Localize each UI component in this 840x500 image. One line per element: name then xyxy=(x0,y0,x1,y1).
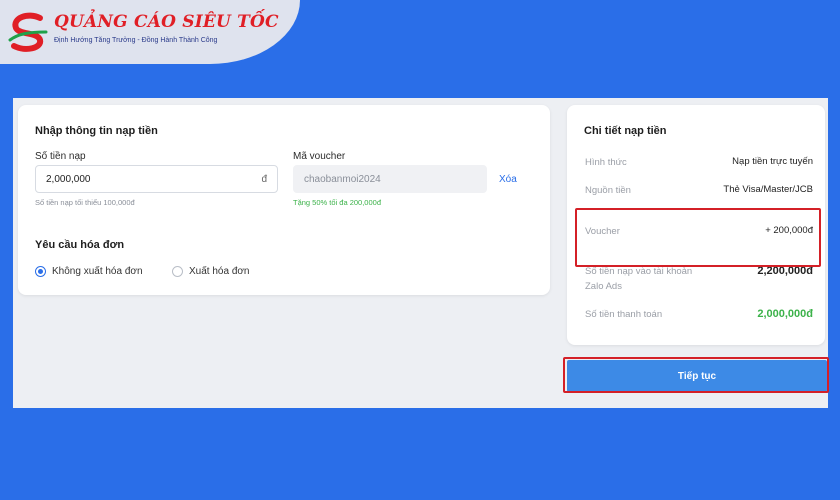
invoice-title: Yêu cầu hóa đơn xyxy=(35,239,125,251)
voucher-row-label: Voucher xyxy=(585,226,620,237)
amount-value: 2,000,000 xyxy=(46,174,91,185)
brand-title-part1: QUẢNG CÁO xyxy=(54,12,183,32)
payment-screen: Nhập thông tin nạp tiền Số tiền nạp 2,00… xyxy=(13,98,829,408)
brand-title-part2: SIÊU TỐC xyxy=(182,12,279,32)
voucher-hint: Tặng 50% tối đa 200,000đ xyxy=(293,198,381,207)
remove-voucher-link[interactable]: Xóa xyxy=(499,174,517,185)
method-label: Hình thức xyxy=(585,157,627,168)
brand-banner: QUẢNG CÁO SIÊU TỐC Định Hướng Tăng Trưởn… xyxy=(0,0,300,64)
radio-no-invoice[interactable]: Không xuất hóa đơn xyxy=(35,266,143,277)
voucher-label: Mã voucher xyxy=(293,151,346,162)
voucher-row-value: + 200,000đ xyxy=(765,225,813,236)
amount-label: Số tiền nạp xyxy=(35,151,86,162)
voucher-value: chaobanmoi2024 xyxy=(304,174,381,185)
radio-no-invoice-label: Không xuất hóa đơn xyxy=(52,266,143,277)
source-label: Nguồn tiền xyxy=(585,185,631,196)
payment-value: 2,000,000đ xyxy=(757,308,813,320)
brand-tagline: Định Hướng Tăng Trưởng - Đồng Hành Thành… xyxy=(54,37,218,44)
method-value: Nạp tiền trực tuyến xyxy=(732,156,813,167)
deposit-value: 2,200,000đ xyxy=(757,265,813,277)
radio-checked-icon xyxy=(35,266,46,277)
amount-hint: Số tiền nạp tối thiểu 100,000đ xyxy=(35,198,135,207)
details-title: Chi tiết nạp tiền xyxy=(584,125,667,137)
logo-icon xyxy=(8,12,48,52)
currency-suffix: đ xyxy=(261,174,267,185)
form-title: Nhập thông tin nạp tiền xyxy=(35,125,158,137)
deposit-label: Số tiền nạp vào tài khoản Zalo Ads xyxy=(585,266,693,292)
topup-details-card: Chi tiết nạp tiền Hình thức Nạp tiền trự… xyxy=(567,105,825,345)
radio-invoice-label: Xuất hóa đơn xyxy=(189,266,250,277)
radio-unchecked-icon xyxy=(172,266,183,277)
payment-label: Số tiền thanh toán xyxy=(585,309,663,320)
radio-invoice[interactable]: Xuất hóa đơn xyxy=(172,266,250,277)
brand-title: QUẢNG CÁO SIÊU TỐC xyxy=(54,12,279,32)
source-value: Thẻ Visa/Master/JCB xyxy=(723,184,813,195)
amount-input[interactable]: 2,000,000 đ xyxy=(35,165,278,193)
continue-button[interactable]: Tiếp tục xyxy=(567,360,827,392)
topup-form-card: Nhập thông tin nạp tiền Số tiền nạp 2,00… xyxy=(18,105,550,295)
voucher-input[interactable]: chaobanmoi2024 xyxy=(293,165,487,193)
